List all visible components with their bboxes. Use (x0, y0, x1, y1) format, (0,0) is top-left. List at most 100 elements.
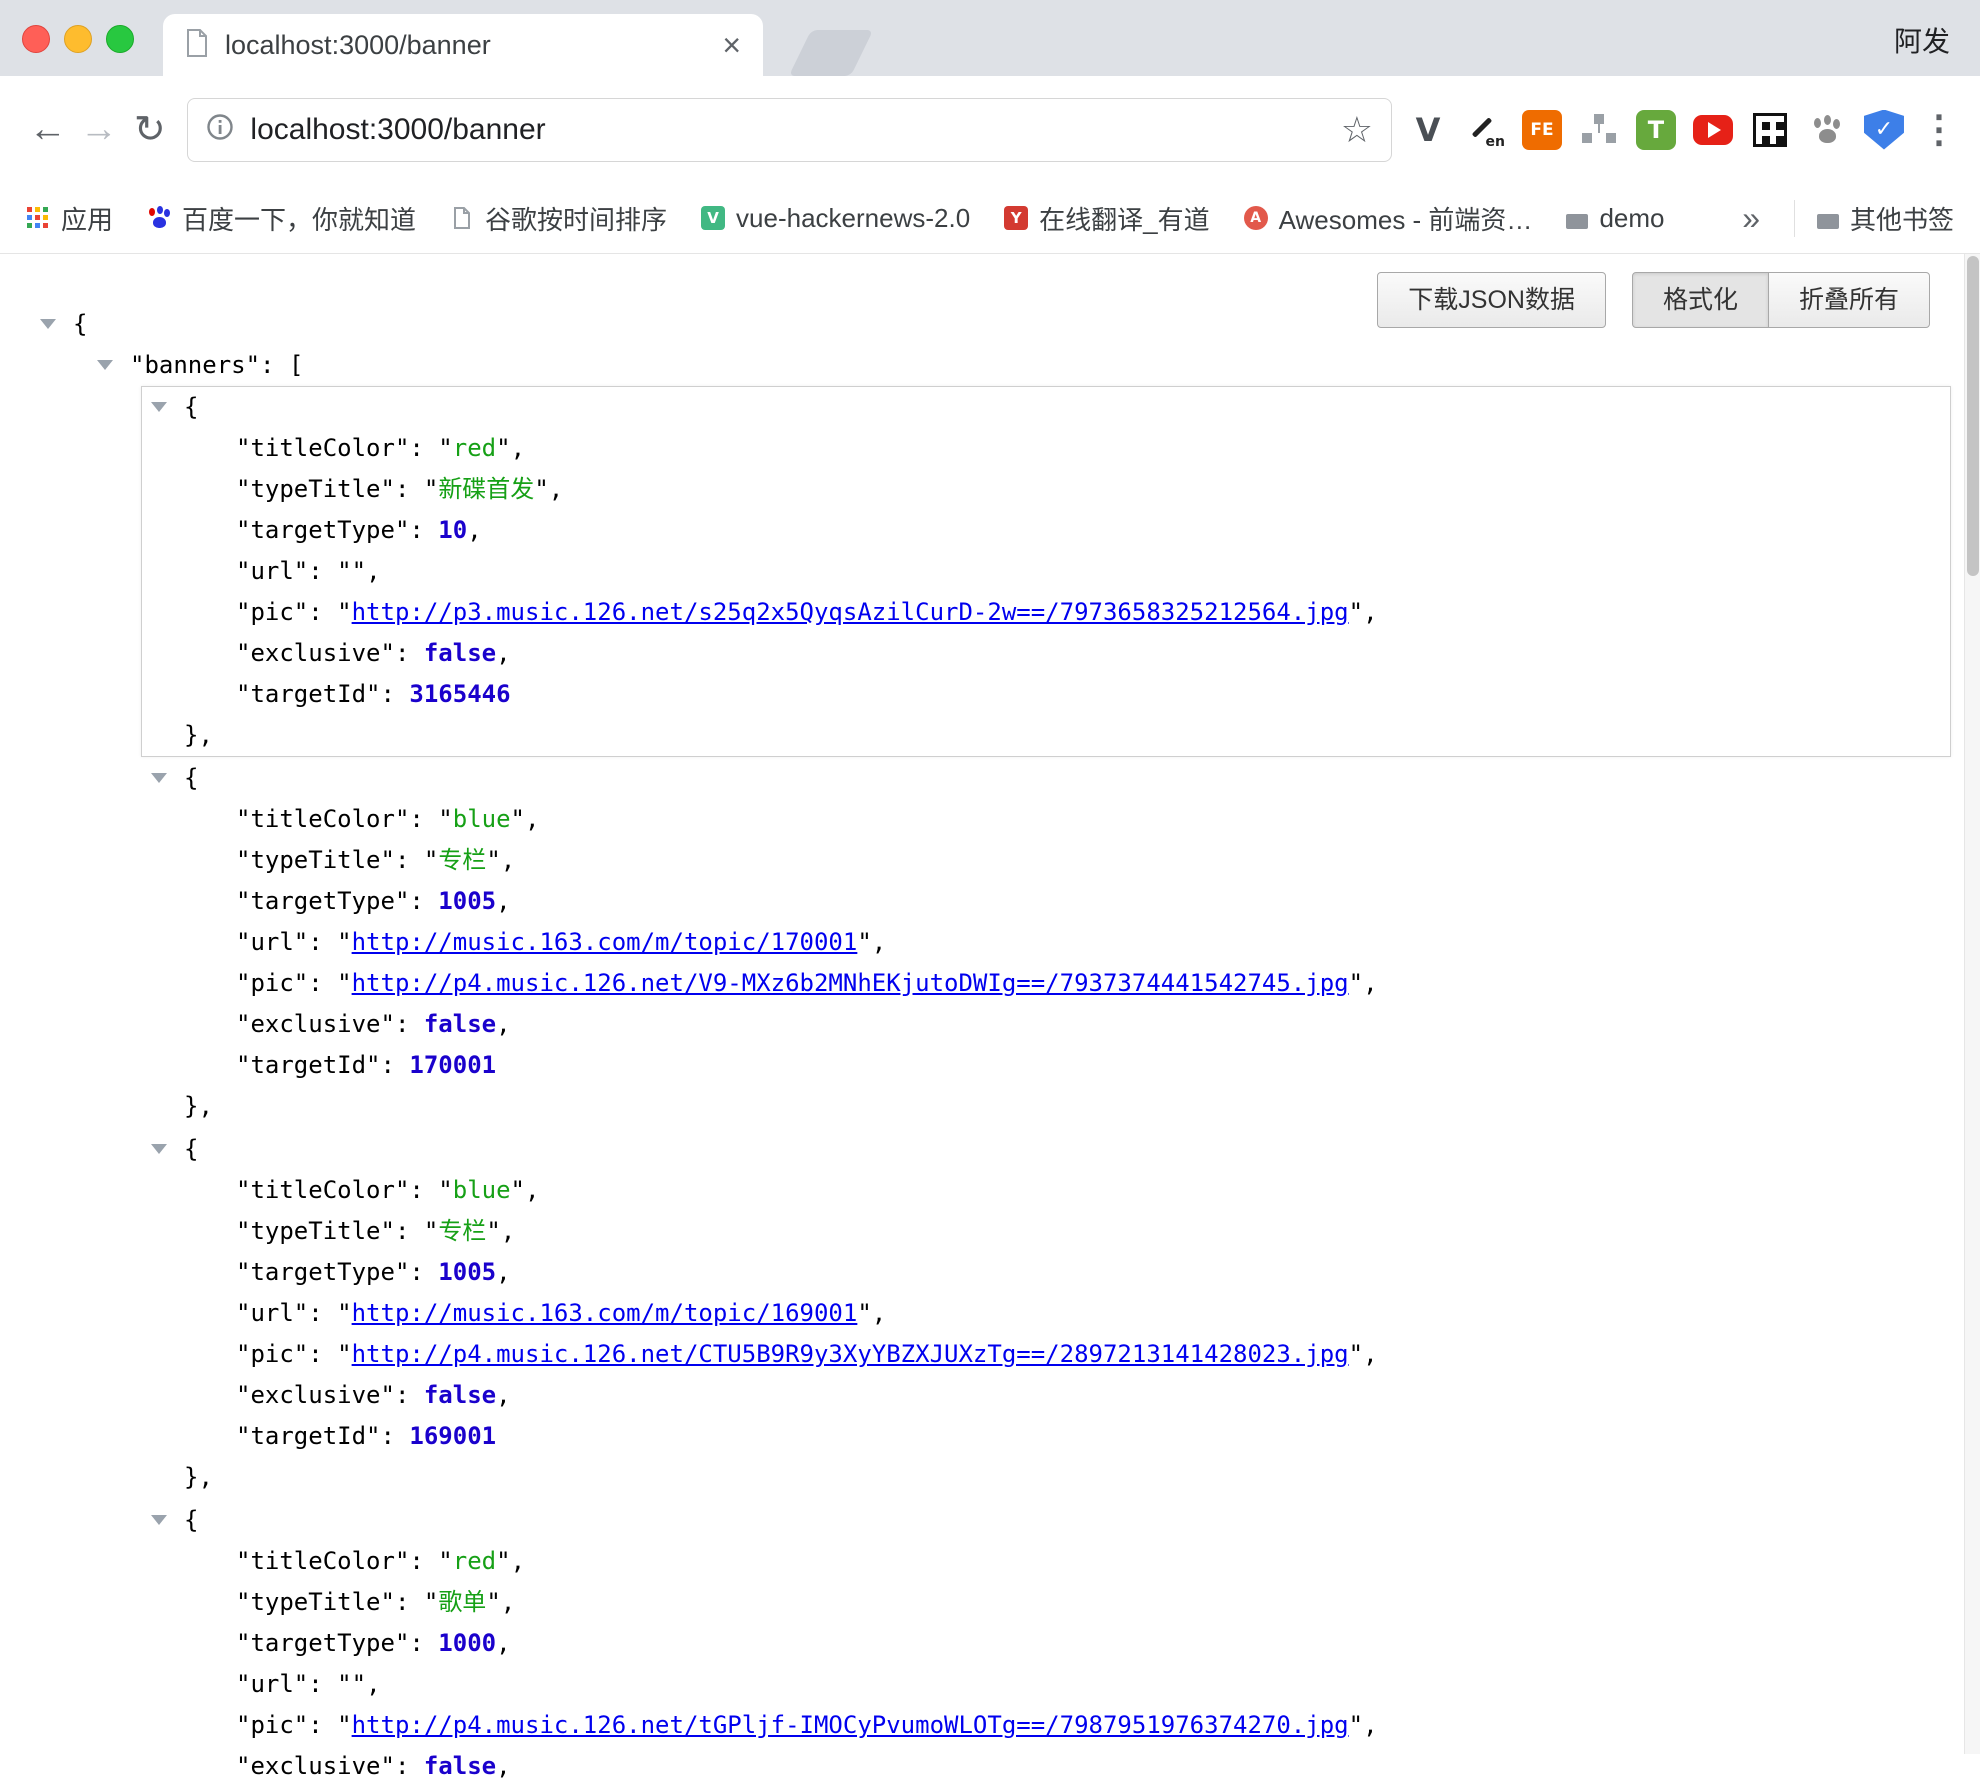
browser-toolbar: ← → ↻ localhost:3000/banner ☆ ⋮ (0, 76, 1980, 183)
json-key: "url" (236, 557, 308, 585)
collapse-toggle-icon[interactable] (151, 1144, 167, 1154)
json-string: 专栏 (438, 846, 486, 874)
json-punct: " (424, 1217, 438, 1245)
reload-icon[interactable]: ↻ (124, 107, 175, 152)
json-key: "exclusive" (236, 1752, 395, 1780)
shield-icon[interactable] (1864, 110, 1904, 150)
zoom-window-button[interactable] (106, 25, 134, 53)
fe-icon[interactable] (1522, 110, 1562, 150)
json-line: "targetId": 3165446 (142, 674, 1950, 715)
bookmark-item[interactable]: 谷歌按时间排序 (450, 200, 667, 237)
json-punct: " (1349, 1711, 1363, 1739)
json-key: "exclusive" (236, 639, 395, 667)
address-bar[interactable]: localhost:3000/banner ☆ (187, 98, 1392, 162)
collapse-toggle-icon[interactable] (40, 319, 56, 329)
bookmark-label: demo (1599, 203, 1664, 234)
json-punct: : (395, 846, 424, 874)
bookmark-item[interactable]: vue-hackernews-2.0 (701, 203, 970, 234)
info-icon[interactable] (206, 113, 234, 146)
json-url-link[interactable]: http://music.163.com/m/topic/170001 (352, 928, 858, 956)
json-string: 专栏 (438, 1217, 486, 1245)
json-url-link[interactable]: http://p3.music.126.net/s25q2x5QyqsAzilC… (352, 598, 1349, 626)
json-punct: : (409, 516, 438, 544)
collapse-toggle-icon[interactable] (151, 1515, 167, 1525)
json-punct: : (409, 805, 438, 833)
json-punct: : (395, 1381, 424, 1409)
back-icon[interactable]: ← (22, 108, 73, 151)
url-text[interactable]: localhost:3000/banner (250, 113, 1324, 147)
other-bookmarks[interactable]: 其他书签 (1794, 200, 1954, 237)
json-url-link[interactable]: http://p4.music.126.net/CTU5B9R9y3XyYBZX… (352, 1340, 1349, 1368)
json-line: { (142, 758, 1950, 799)
apps-icon (26, 206, 50, 230)
json-string: red (453, 434, 496, 462)
bookmark-item[interactable]: 在线翻译_有道 (1004, 200, 1209, 237)
new-tab-button[interactable] (789, 30, 873, 76)
close-window-button[interactable] (22, 25, 50, 53)
profile-name[interactable]: 阿发 (1894, 20, 1950, 60)
json-punct: " (1349, 1340, 1363, 1368)
json-line: { (142, 1500, 1950, 1541)
json-line: "titleColor": "red", (142, 428, 1950, 469)
bookmark-label: vue-hackernews-2.0 (736, 203, 970, 234)
minimize-window-button[interactable] (64, 25, 92, 53)
json-key: "typeTitle" (236, 1217, 395, 1245)
json-url-link[interactable]: http://music.163.com/m/topic/169001 (352, 1299, 858, 1327)
scrollbar-thumb[interactable] (1967, 256, 1979, 576)
org-icon[interactable] (1579, 110, 1619, 150)
extension-icons (1408, 110, 1904, 150)
youtube-icon[interactable] (1693, 115, 1733, 145)
window-controls (22, 25, 134, 53)
browser-menu-icon[interactable]: ⋮ (1920, 107, 1958, 152)
qr-icon[interactable] (1753, 113, 1787, 147)
json-punct: , (549, 475, 563, 503)
json-punct: : (395, 1588, 424, 1616)
collapse-toggle-icon[interactable] (97, 360, 113, 370)
json-string: red (453, 1547, 496, 1575)
tampermonkey-icon[interactable] (1636, 110, 1676, 150)
vimium-icon[interactable] (1408, 110, 1448, 150)
browser-window: localhost:3000/banner × 阿发 ← → ↻ localho… (0, 0, 1980, 1754)
json-punct: " (352, 557, 366, 585)
tab-title: localhost:3000/banner (225, 30, 706, 61)
json-line: { (142, 387, 1950, 428)
collapse-toggle-icon[interactable] (151, 402, 167, 412)
json-line: "typeTitle": "新碟首发", (142, 469, 1950, 510)
json-punct: { (184, 393, 198, 421)
json-url-link[interactable]: http://p4.music.126.net/V9-MXz6b2MNhEKju… (352, 969, 1349, 997)
tab-close-icon[interactable]: × (722, 29, 741, 61)
paw-icon[interactable] (1807, 110, 1847, 150)
json-url-link[interactable]: http://p4.music.126.net/tGPljf-IMOCyPvum… (352, 1711, 1349, 1739)
json-punct: : (395, 1217, 424, 1245)
translate-icon[interactable] (1465, 110, 1505, 150)
json-key: "titleColor" (236, 805, 409, 833)
bookmark-item[interactable]: 应用 (26, 200, 113, 237)
browser-tab[interactable]: localhost:3000/banner × (163, 14, 763, 76)
json-key: "url" (236, 1299, 308, 1327)
json-line: "targetId": 169001 (142, 1416, 1950, 1457)
bookmark-item[interactable]: 百度一下，你就知道 (147, 200, 416, 237)
json-punct: : (381, 1422, 410, 1450)
json-line: "url": "http://music.163.com/m/topic/169… (142, 1293, 1950, 1334)
page-content: 下载JSON数据 格式化 折叠所有 {"banners": [{"titleCo… (0, 254, 1980, 1754)
collapse-toggle-icon[interactable] (151, 773, 167, 783)
bookmarks-overflow-icon[interactable]: » (1742, 200, 1760, 237)
bookmark-item[interactable]: demo (1566, 203, 1664, 234)
json-punct: : [ (260, 351, 303, 379)
forward-icon: → (73, 108, 124, 151)
json-punct: " (337, 1340, 351, 1368)
vertical-scrollbar[interactable] (1964, 254, 1980, 1754)
json-string: 歌单 (438, 1588, 486, 1616)
json-line: "typeTitle": "歌单", (142, 1582, 1950, 1623)
json-punct: " (1349, 598, 1363, 626)
bookmark-star-icon[interactable]: ☆ (1341, 109, 1373, 151)
json-punct: , (501, 846, 515, 874)
json-line: "targetType": 1000, (142, 1623, 1950, 1664)
json-line: "targetType": 10, (142, 510, 1950, 551)
json-punct: , (1363, 1711, 1377, 1739)
bookmark-item[interactable]: Awesomes - 前端资… (1244, 200, 1533, 237)
json-line: "exclusive": false, (142, 633, 1950, 674)
json-key: "pic" (236, 1711, 308, 1739)
json-key: "typeTitle" (236, 475, 395, 503)
json-punct: , (501, 1217, 515, 1245)
